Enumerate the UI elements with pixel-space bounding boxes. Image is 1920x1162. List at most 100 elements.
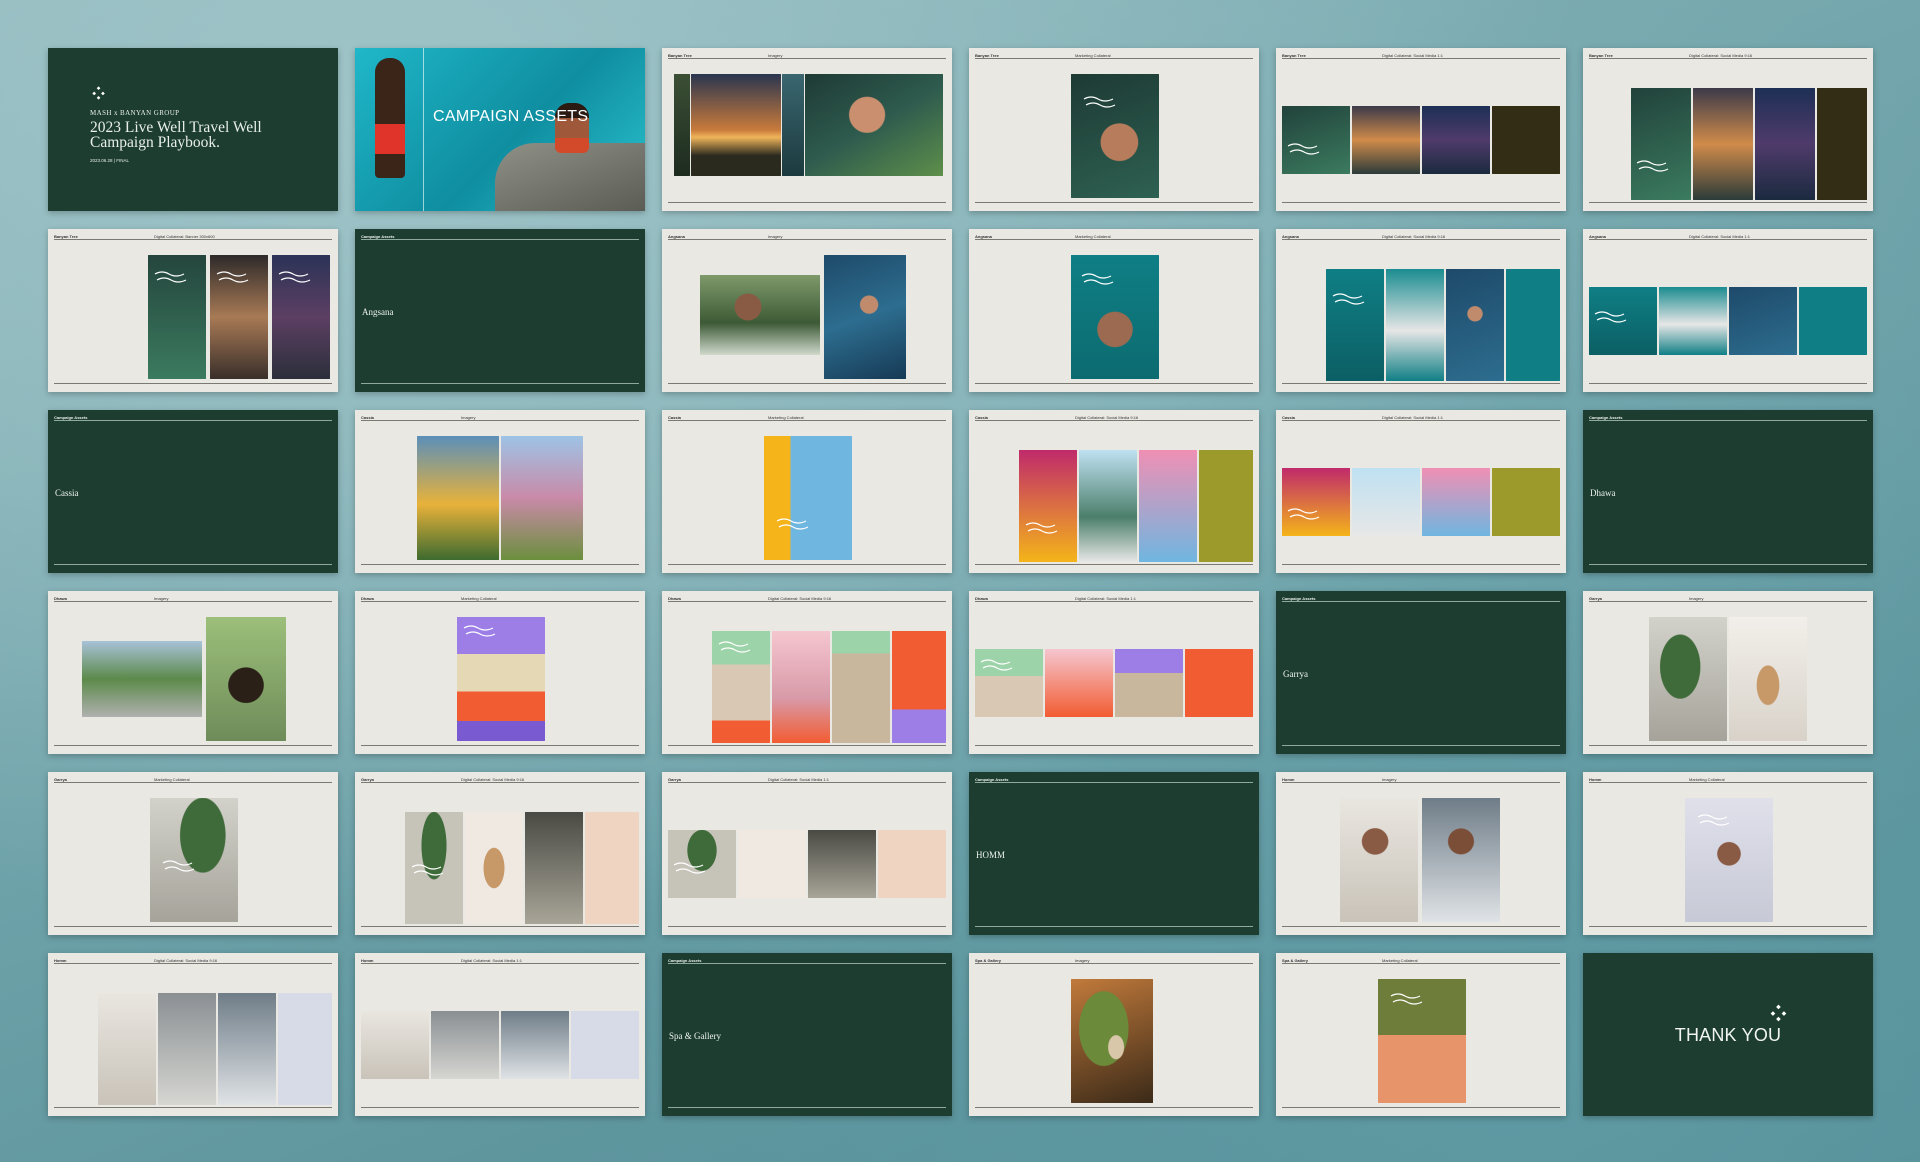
asset-image <box>892 631 946 743</box>
slide-header: Angsana Digital Collateral: Social Media … <box>1282 234 1560 240</box>
asset-image <box>1282 106 1350 174</box>
slide-header: Garrya Marketing Collateral <box>54 777 332 783</box>
slide-dhawa-social-11[interactable]: Dhawa Digital Collateral: Social Media 1:… <box>969 591 1259 754</box>
slide-brand-label: Homm <box>54 958 67 963</box>
slide-homm-collateral[interactable]: Homm Marketing Collateral <box>1583 772 1873 935</box>
slide-banyan-collateral[interactable]: Banyan Tree Marketing Collateral <box>969 48 1259 211</box>
slide-section-label: Marketing Collateral <box>154 777 190 782</box>
live-well-mark <box>1332 291 1366 306</box>
slide-angsana-collateral[interactable]: Angsana Marketing Collateral <box>969 229 1259 392</box>
slide-campaign-assets[interactable]: CAMPAIGN ASSETS <box>355 48 645 211</box>
asset-image <box>808 830 876 898</box>
slide-divider[interactable]: Campaign Assets Spa & Gallery <box>662 953 952 1116</box>
slide-dhawa-social-916[interactable]: Dhawa Digital Collateral: Social Media 9:… <box>662 591 952 754</box>
slide-header: Campaign Assets <box>1282 596 1560 602</box>
slide-divider[interactable]: Campaign Assets Cassia <box>48 410 338 573</box>
slide-header: Dhawa Marketing Collateral <box>361 596 639 602</box>
asset-image <box>1352 468 1420 536</box>
slide-divider[interactable]: Campaign Assets HOMM <box>969 772 1259 935</box>
slide-banyan-imagery[interactable]: Banyan Tree Imagery <box>662 48 952 211</box>
slide-brand-label: Angsana <box>1282 234 1299 239</box>
live-well-mark <box>1594 309 1628 324</box>
slide-dhawa-collateral[interactable]: Dhawa Marketing Collateral <box>355 591 645 754</box>
slide-footer <box>668 202 946 206</box>
asset-image <box>1755 88 1815 200</box>
slide-brand-label: Dhawa <box>975 596 988 601</box>
slide-homm-social-11[interactable]: Homm Digital Collateral: Social Media 1:1 <box>355 953 645 1116</box>
slide-header: Banyan Tree Imagery <box>668 53 946 59</box>
slide-cover[interactable]: MASH x BANYAN GROUP 2023 Live Well Travel… <box>48 48 338 211</box>
slide-section-label: Imagery <box>768 53 783 58</box>
live-well-mark <box>162 858 196 873</box>
slide-brand-label: Banyan Tree <box>54 234 78 239</box>
asset-image <box>1378 979 1466 1103</box>
slide-angsana-imagery[interactable]: Angsana Imagery <box>662 229 952 392</box>
slide-banyan-banner[interactable]: Banyan Tree Digital Collateral: Banner 30… <box>48 229 338 392</box>
slide-homm-social-916[interactable]: Homm Digital Collateral: Social Media 9:1… <box>48 953 338 1116</box>
slide-dhawa-imagery[interactable]: Dhawa Imagery <box>48 591 338 754</box>
slide-section-label: Imagery <box>1382 777 1397 782</box>
slide-section-label: Digital Collateral: Social Media 1:1 <box>1382 53 1443 58</box>
slide-cassia-collateral[interactable]: Cassia Marketing Collateral <box>662 410 952 573</box>
asset-image <box>1115 649 1183 717</box>
asset-image <box>525 812 583 924</box>
slide-divider[interactable]: Campaign Assets Angsana <box>355 229 645 392</box>
live-well-mark <box>1636 158 1670 173</box>
live-well-mark <box>718 639 752 654</box>
live-well-mark <box>1287 141 1321 156</box>
slide-footer <box>1282 202 1560 206</box>
slide-header: Homm Digital Collateral: Social Media 9:1… <box>54 958 332 964</box>
slide-divider[interactable]: Campaign Assets Garrya <box>1276 591 1566 754</box>
slide-section-label: Digital Collateral: Social Media 1:1 <box>1382 415 1443 420</box>
slide-homm-imagery[interactable]: Homm Imagery <box>1276 772 1566 935</box>
slide-spa-collateral[interactable]: Spa & Gallery Marketing Collateral <box>1276 953 1566 1116</box>
slide-brand-label: Campaign Assets <box>975 777 1009 782</box>
live-well-mark <box>411 862 445 877</box>
slide-brand-label: Banyan Tree <box>1282 53 1306 58</box>
asset-image <box>1071 74 1159 198</box>
asset-image <box>1506 269 1560 381</box>
divider-brand-name: Dhawa <box>1590 488 1616 498</box>
asset-image <box>465 812 523 924</box>
slide-brand-label: Homm <box>1589 777 1602 782</box>
slide-angsana-social-11[interactable]: Angsana Digital Collateral: Social Media … <box>1583 229 1873 392</box>
asset-image <box>1492 468 1560 536</box>
slide-footer <box>1282 383 1560 387</box>
asset-image <box>668 830 736 898</box>
slide-spa-imagery[interactable]: Spa & Gallery Imagery <box>969 953 1259 1116</box>
slide-cassia-imagery[interactable]: Cassia Imagery <box>355 410 645 573</box>
slide-footer <box>975 745 1253 749</box>
slide-section-label: Imagery <box>768 234 783 239</box>
slide-banyan-social-916[interactable]: Banyan Tree Digital Collateral: Social Me… <box>1583 48 1873 211</box>
slide-cassia-social-916[interactable]: Cassia Digital Collateral: Social Media 9… <box>969 410 1259 573</box>
slide-footer <box>1282 564 1560 568</box>
slide-header: Angsana Digital Collateral: Social Media … <box>1589 234 1867 240</box>
slide-angsana-social-916[interactable]: Angsana Digital Collateral: Social Media … <box>1276 229 1566 392</box>
slide-header: Angsana Marketing Collateral <box>975 234 1253 240</box>
slide-footer <box>361 564 639 568</box>
slide-garrya-social-916[interactable]: Garrya Digital Collateral: Social Media 9… <box>355 772 645 935</box>
slide-section-label: Marketing Collateral <box>1689 777 1725 782</box>
slide-cassia-social-11[interactable]: Cassia Digital Collateral: Social Media 1… <box>1276 410 1566 573</box>
slide-garrya-social-11[interactable]: Garrya Digital Collateral: Social Media 1… <box>662 772 952 935</box>
slide-garrya-imagery[interactable]: Garrya Imagery <box>1583 591 1873 754</box>
slide-divider[interactable]: Campaign Assets Dhawa <box>1583 410 1873 573</box>
slide-garrya-collateral[interactable]: Garrya Marketing Collateral <box>48 772 338 935</box>
slide-header: Campaign Assets <box>975 777 1253 783</box>
slide-footer <box>54 926 332 930</box>
slide-thank-you[interactable]: THANK YOU <box>1583 953 1873 1116</box>
slide-brand-label: Angsana <box>975 234 992 239</box>
asset-image <box>1422 468 1490 536</box>
slide-footer <box>1589 926 1867 930</box>
asset-image <box>1352 106 1420 174</box>
slide-header: Banyan Tree Marketing Collateral <box>975 53 1253 59</box>
slide-header: Homm Marketing Collateral <box>1589 777 1867 783</box>
slide-section-label: Digital Collateral: Social Media 1:1 <box>1075 596 1136 601</box>
asset-image <box>1071 255 1159 379</box>
slide-section-label: Marketing Collateral <box>768 415 804 420</box>
asset-image <box>1199 450 1253 562</box>
slide-brand-label: Garrya <box>54 777 67 782</box>
asset-image <box>824 255 906 379</box>
slide-banyan-social-11[interactable]: Banyan Tree Digital Collateral: Social Me… <box>1276 48 1566 211</box>
slide-brand-label: Campaign Assets <box>1589 415 1623 420</box>
